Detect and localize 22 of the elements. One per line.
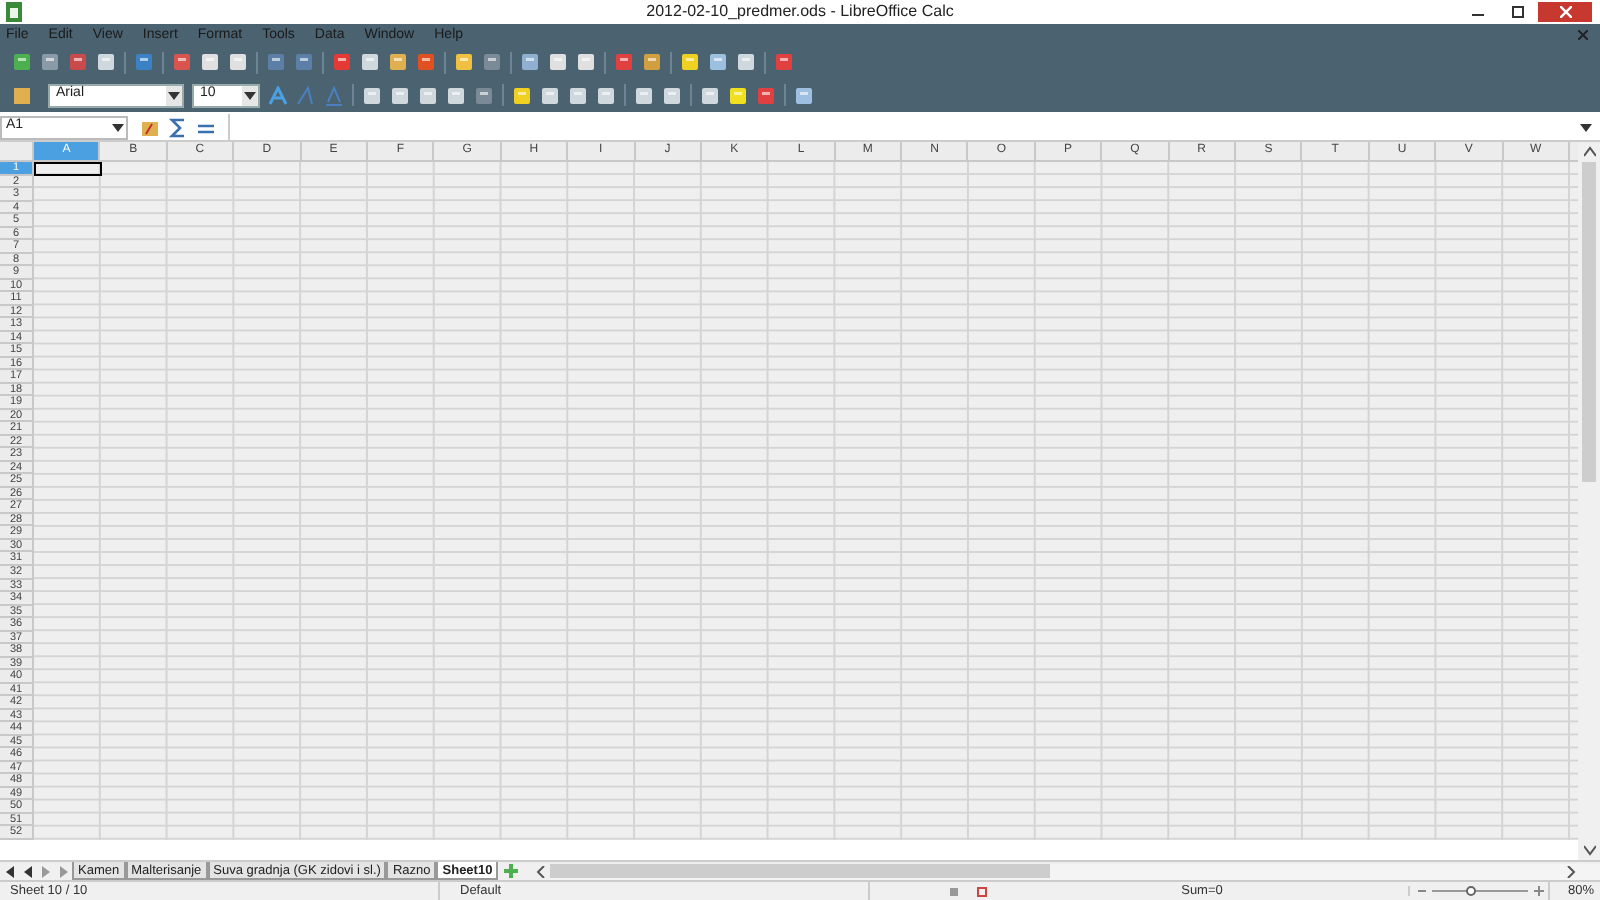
caret-icon <box>168 91 180 99</box>
selection-mode-icon <box>976 885 988 897</box>
expand-icon[interactable] <box>1578 119 1594 135</box>
maximize-icon[interactable] <box>1510 4 1526 20</box>
scroll-right-icon[interactable] <box>1566 865 1576 877</box>
close-button[interactable] <box>1538 2 1592 22</box>
cell-grid[interactable] <box>34 162 1578 840</box>
cell-cursor <box>34 162 102 176</box>
insert-mode-icon <box>948 885 960 897</box>
app-icon <box>6 2 22 22</box>
sigma-icon[interactable] <box>168 117 188 137</box>
scroll-left-icon[interactable] <box>536 865 547 877</box>
caret-icon <box>112 123 124 131</box>
zoom-slider-thumb[interactable] <box>1465 886 1476 896</box>
zoom-in-icon[interactable] <box>1534 886 1544 896</box>
close-icon <box>1559 6 1571 18</box>
vertical-scrollbar[interactable] <box>1578 142 1600 860</box>
close-document-icon[interactable] <box>1578 30 1588 40</box>
window-title: 2012-02-10_predmer.ods - LibreOffice Calc <box>644 0 956 24</box>
function-wizard-icon[interactable] <box>140 117 160 137</box>
caret-icon <box>244 91 256 99</box>
horizontal-scrollbar[interactable] <box>550 863 1600 879</box>
